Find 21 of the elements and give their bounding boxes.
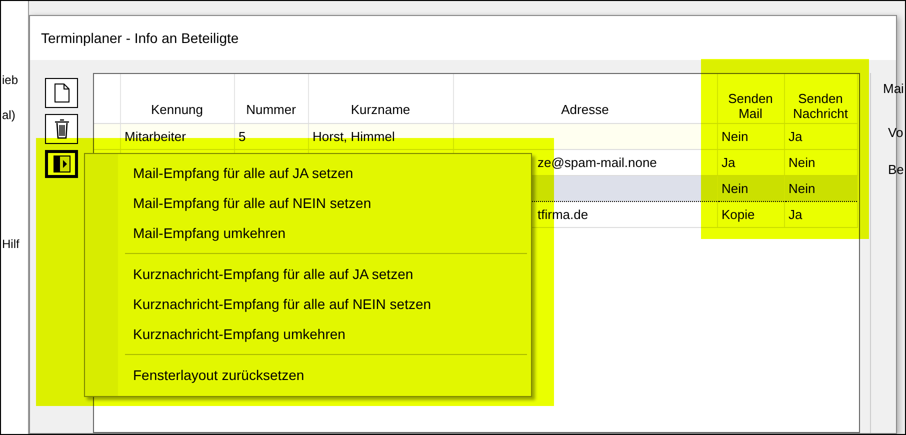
column-header[interactable]: Kennung <box>122 102 232 117</box>
document-icon <box>54 83 70 103</box>
panel-label: Be <box>888 162 904 177</box>
table-cell: Nein <box>722 129 748 144</box>
window-title: Terminplaner - Info an Beteiligte <box>41 30 239 46</box>
panel-label: Mai <box>883 81 904 96</box>
panel-label: Vo <box>888 125 904 140</box>
table-cell: Ja <box>788 129 802 144</box>
column-header[interactable]: Nummer <box>236 102 306 117</box>
table-cell: Ja <box>788 207 802 222</box>
background-text: al) <box>2 108 16 122</box>
table-cell: Nein <box>722 181 748 196</box>
background-text: ieb <box>2 73 18 87</box>
column-header[interactable]: Kurzname <box>310 102 452 117</box>
trash-icon <box>54 119 70 139</box>
table-cell: Nein <box>788 181 816 196</box>
toolbar-button[interactable] <box>45 78 78 108</box>
table-cell: Kopie <box>722 207 755 222</box>
table-cell: Nein <box>788 155 816 170</box>
background-text: Hilf <box>2 237 20 251</box>
table-cell: Ja <box>722 155 736 170</box>
